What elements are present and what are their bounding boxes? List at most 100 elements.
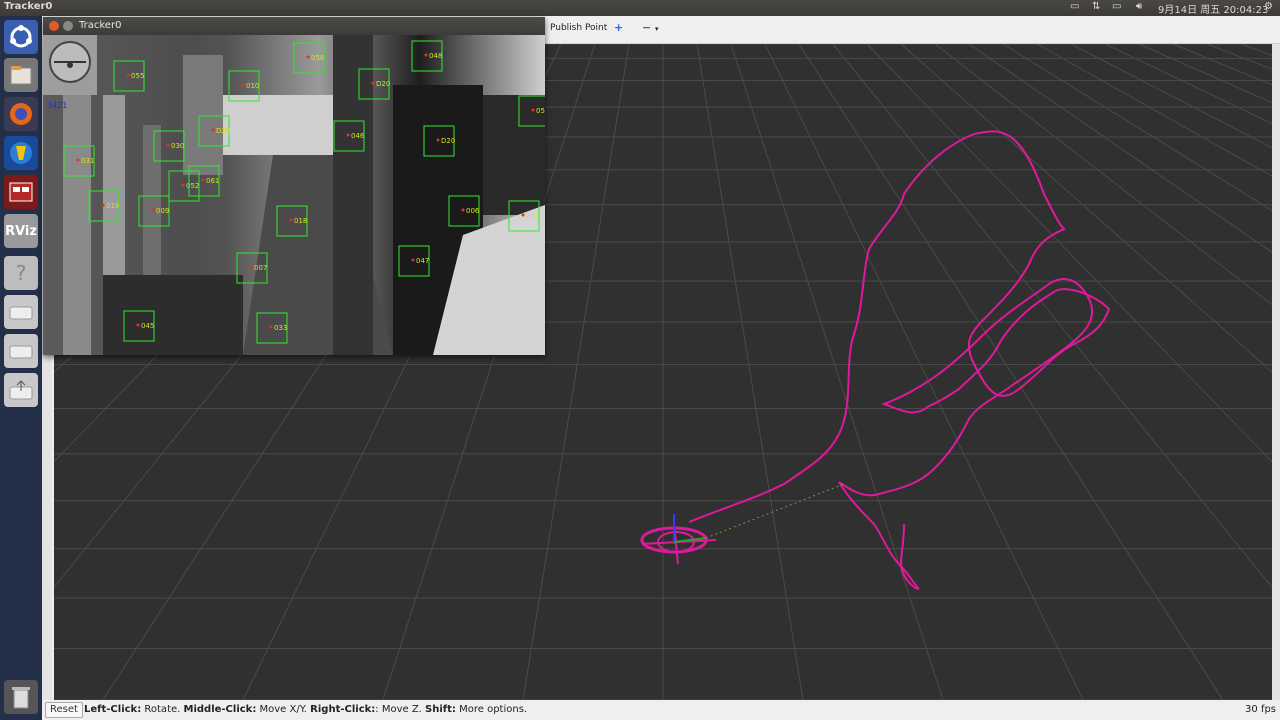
right-panel-splitter[interactable] — [1272, 44, 1280, 700]
feature-point — [371, 81, 375, 85]
launcher-sidebar: RViz ? — [0, 16, 43, 720]
feature-point — [76, 158, 80, 162]
grid-line — [934, 44, 1272, 306]
trash-icon[interactable] — [4, 680, 38, 714]
publish-point-tool[interactable]: Publish Point — [550, 23, 607, 33]
tracker-frame-count: 3421 — [47, 101, 68, 110]
feature-point — [181, 183, 185, 187]
feature-point — [241, 83, 245, 87]
grid-line — [1002, 44, 1272, 212]
feature-point — [436, 138, 440, 142]
feature-label: 031 — [81, 157, 94, 165]
grid-line — [968, 44, 1272, 253]
tracker-titlebar[interactable]: Tracker0 — [43, 17, 545, 35]
clock-text[interactable]: 9月14日 周五 20:04:23 — [1158, 1, 1268, 16]
hint-key: Left-Click: — [84, 704, 142, 715]
gauge-icon — [49, 41, 91, 83]
feature-label: 033 — [274, 324, 287, 332]
tracker-gauge-widget: 3421 — [43, 35, 97, 110]
feature-label: 007 — [254, 264, 267, 272]
grid-line — [1036, 44, 1272, 177]
grid-line — [696, 44, 804, 700]
hint-desc: Rotate. — [141, 704, 184, 715]
system-top-bar: Tracker0 ▭ ⇅ ▭ 🔊︎ 9月14日 周五 20:04:23 ⚙ — [0, 0, 1280, 16]
feature-label: 010 — [246, 82, 259, 90]
feature-point — [521, 213, 525, 217]
grid-line — [832, 44, 1272, 589]
camera-frame: 055 010 056 D20 048 050 031 030 D20 019 009 052 018 D… — [43, 35, 545, 355]
hint-key: Middle-Click: — [183, 704, 257, 715]
rviz-icon-label: RViz — [5, 223, 37, 239]
terminal-icon[interactable] — [4, 175, 38, 209]
feature-point — [269, 325, 273, 329]
feature-label: D20 — [216, 127, 230, 135]
grid-line — [1240, 44, 1272, 56]
feature-label: 055 — [131, 72, 144, 80]
feature-point — [306, 55, 310, 59]
feature-point — [249, 265, 253, 269]
feature-point — [424, 53, 428, 57]
close-icon[interactable] — [49, 21, 59, 31]
rviz-icon[interactable]: RViz — [4, 214, 38, 248]
status-bar: Reset Left-Click: Rotate. Middle-Click: … — [42, 700, 1280, 720]
feature-label: 056 — [311, 54, 325, 62]
grid-line — [1070, 44, 1272, 149]
power-gear-icon[interactable]: ⚙ — [1264, 1, 1273, 12]
feature-label: 061 — [206, 177, 219, 185]
feature-label: 006 — [466, 207, 480, 215]
volume-icon[interactable]: 🔊︎ — [1136, 1, 1142, 12]
app-icon[interactable] — [4, 136, 38, 170]
files-icon[interactable] — [4, 58, 38, 92]
firefox-icon[interactable] — [4, 97, 38, 131]
reset-button[interactable]: Reset — [45, 702, 83, 718]
keyboard-icon[interactable]: ▭ — [1070, 1, 1079, 12]
feature-point — [531, 108, 535, 112]
feature-point — [151, 208, 155, 212]
feature-point — [201, 178, 205, 182]
feature-point — [411, 258, 415, 262]
help-icon[interactable]: ? — [4, 256, 38, 290]
odometry-link — [705, 483, 845, 539]
feature-label: 048 — [429, 52, 442, 60]
grid-line — [730, 44, 944, 700]
ubuntu-dash-icon[interactable] — [4, 20, 38, 54]
feature-label: 047 — [416, 257, 429, 265]
trajectory-line — [688, 130, 1111, 523]
tracker-window[interactable]: Tracker0 055 010 056 D20 048 05 031 030 … — [43, 17, 545, 355]
feature-label: 045 — [141, 322, 154, 330]
mouse-hint-text: Left-Click: Rotate. Middle-Click: Move X… — [84, 704, 527, 715]
feature-point — [211, 128, 215, 132]
feature-label: 009 — [156, 207, 169, 215]
fps-readout: 30 fps — [1245, 704, 1276, 715]
battery-icon[interactable]: ▭ — [1112, 1, 1121, 12]
feature-label: 030 — [171, 142, 184, 150]
grid-line — [764, 44, 1084, 700]
hint-key: Right-Click: — [310, 704, 376, 715]
network-icon[interactable]: ⇅ — [1092, 1, 1100, 12]
feature-label: 052 — [186, 182, 199, 190]
hint-desc: Move X/Y. — [256, 704, 311, 715]
feature-label: D20 — [441, 137, 455, 145]
feature-label: 018 — [294, 217, 307, 225]
feature-point — [461, 208, 465, 212]
remove-tool-button[interactable]: − — [642, 21, 651, 34]
drive-icon[interactable] — [4, 295, 38, 329]
feature-point — [166, 143, 170, 147]
trajectory-path — [640, 130, 1111, 590]
usb-drive-icon[interactable] — [4, 373, 38, 407]
hint-desc: More options. — [455, 704, 528, 715]
feature-label: 050 — [536, 107, 545, 115]
feature-label: 046 — [351, 132, 365, 140]
hint-key: Shift: — [425, 704, 456, 715]
add-tool-button[interactable]: + — [614, 21, 623, 34]
drive-icon[interactable] — [4, 334, 38, 368]
feature-point — [136, 323, 140, 327]
grid-line — [1104, 44, 1272, 125]
feature-point — [126, 73, 130, 77]
feature-label: D20 — [376, 80, 390, 88]
chevron-down-icon[interactable]: ▾ — [655, 25, 659, 33]
feature-label: 019 — [106, 202, 119, 210]
minimize-icon[interactable] — [63, 21, 73, 31]
grid-line — [798, 44, 1224, 700]
feature-point — [289, 218, 293, 222]
